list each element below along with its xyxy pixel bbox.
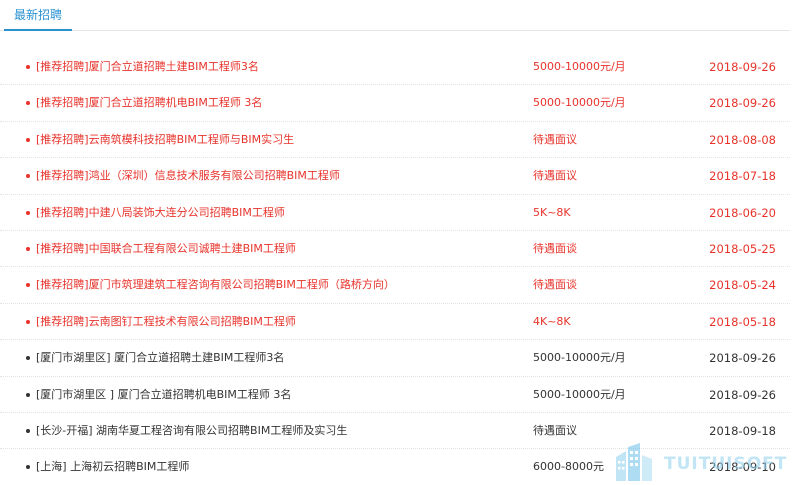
- job-title-link[interactable]: [推荐招聘]中国联合工程有限公司诚聘土建BIM工程师: [36, 231, 506, 267]
- bullet-icon: [26, 210, 30, 215]
- job-salary: 5K~8K: [533, 205, 571, 219]
- job-title-link[interactable]: [推荐招聘]厦门合立道招聘机电BIM工程师 3名: [36, 85, 506, 121]
- table-row: [推荐招聘]鸿业（深圳）信息技术服务有限公司招聘BIM工程师 待遇面议 2018-0…: [0, 158, 790, 195]
- job-salary: 6000-8000元: [533, 460, 604, 474]
- job-date: 2018-08-08: [709, 132, 776, 147]
- table-row: [推荐招聘]云南筑模科技招聘BIM工程师与BIM实习生 待遇面议 2018-08-0…: [0, 122, 790, 159]
- job-salary: 5000-10000元/月: [533, 60, 626, 73]
- job-title-link[interactable]: [推荐招聘]鸿业（深圳）信息技术服务有限公司招聘BIM工程师: [36, 158, 506, 194]
- table-row: [厦门市湖里区] 厦门合立道招聘土建BIM工程师3名 5000-10000元/月 2…: [0, 340, 790, 377]
- bullet-icon: [26, 392, 30, 397]
- bullet-icon: [26, 101, 30, 106]
- tab-bar: 最新招聘: [0, 0, 790, 31]
- table-row: [长沙-开福] 湖南华夏工程咨询有限公司招聘BIM工程师及实习生 待遇面议 2018…: [0, 413, 790, 450]
- job-salary: 5000-10000元/月: [533, 387, 626, 401]
- job-list: [推荐招聘]厦门合立道招聘土建BIM工程师3名 5000-10000元/月 2018…: [0, 49, 790, 485]
- bullet-icon: [26, 137, 30, 142]
- job-date: 2018-07-18: [709, 169, 776, 184]
- job-salary: 待遇面谈: [533, 241, 577, 255]
- bullet-icon: [26, 174, 30, 179]
- job-title-link[interactable]: [推荐招聘]厦门市筑理建筑工程咨询有限公司招聘BIM工程师（路桥方向）: [36, 267, 506, 303]
- table-row: [推荐招聘]厦门合立道招聘土建BIM工程师3名 5000-10000元/月 2018…: [0, 49, 790, 86]
- job-title-link[interactable]: [推荐招聘]中建八局装饰大连分公司招聘BIM工程师: [36, 195, 506, 231]
- active-tab-indicator: [4, 29, 72, 31]
- table-row: [推荐招聘]厦门合立道招聘机电BIM工程师 3名 5000-10000元/月 201…: [0, 85, 790, 122]
- job-title-link[interactable]: [推荐招聘]厦门合立道招聘土建BIM工程师3名: [36, 49, 506, 85]
- table-row: [推荐招聘]中建八局装饰大连分公司招聘BIM工程师 5K~8K 2018-06-20: [0, 195, 790, 231]
- job-title-link[interactable]: [推荐招聘]云南图钉工程技术有限公司招聘BIM工程师: [36, 304, 506, 340]
- bullet-icon: [26, 65, 30, 69]
- job-date: 2018-09-26: [709, 60, 776, 74]
- job-salary: 待遇面议: [533, 423, 577, 437]
- job-salary: 4K~8K: [533, 314, 571, 328]
- job-title-link[interactable]: [推荐招聘]云南筑模科技招聘BIM工程师与BIM实习生: [36, 122, 506, 158]
- table-row: [推荐招聘]中国联合工程有限公司诚聘土建BIM工程师 待遇面谈 2018-05-25: [0, 231, 790, 268]
- job-date: 2018-06-20: [709, 205, 776, 220]
- bullet-icon: [26, 356, 30, 361]
- job-salary: 待遇面谈: [533, 278, 577, 292]
- table-row: [推荐招聘]厦门市筑理建筑工程咨询有限公司招聘BIM工程师（路桥方向） 待遇面谈 2…: [0, 267, 790, 304]
- job-date: 2018-09-10: [709, 460, 776, 475]
- job-salary: 5000-10000元/月: [533, 96, 626, 110]
- bullet-icon: [26, 465, 30, 470]
- bullet-icon: [26, 319, 30, 324]
- tab-latest-jobs[interactable]: 最新招聘: [4, 0, 72, 31]
- job-title-link[interactable]: [上海] 上海初云招聘BIM工程师: [36, 449, 506, 485]
- table-row: [推荐招聘]云南图钉工程技术有限公司招聘BIM工程师 4K~8K 2018-05-1…: [0, 304, 790, 341]
- table-row: [厦门市湖里区 ] 厦门合立道招聘机电BIM工程师 3名 5000-10000元/…: [0, 377, 790, 413]
- tab-latest-jobs-label: 最新招聘: [13, 8, 62, 22]
- job-date: 2018-05-18: [709, 314, 776, 329]
- job-date: 2018-09-18: [709, 423, 776, 438]
- bullet-icon: [26, 246, 30, 251]
- job-title-link[interactable]: [长沙-开福] 湖南华夏工程咨询有限公司招聘BIM工程师及实习生: [36, 413, 506, 449]
- job-salary: 5000-10000元/月: [533, 351, 626, 365]
- bullet-icon: [26, 283, 30, 288]
- table-row: [上海] 上海初云招聘BIM工程师 6000-8000元 2018-09-10: [0, 449, 790, 485]
- job-salary: 待遇面议: [533, 169, 577, 183]
- job-salary: 待遇面议: [533, 132, 577, 146]
- job-date: 2018-09-26: [709, 96, 776, 111]
- job-date: 2018-05-25: [709, 241, 776, 256]
- job-date: 2018-05-24: [709, 278, 776, 293]
- job-title-link[interactable]: [厦门市湖里区 ] 厦门合立道招聘机电BIM工程师 3名: [36, 377, 506, 413]
- job-date: 2018-09-26: [709, 351, 776, 366]
- job-listing-panel: 最新招聘 [推荐招聘]厦门合立道招聘土建BIM工程师3名 5000-10000元/…: [0, 0, 800, 485]
- job-date: 2018-09-26: [709, 387, 776, 402]
- job-title-link[interactable]: [厦门市湖里区] 厦门合立道招聘土建BIM工程师3名: [36, 340, 506, 376]
- bullet-icon: [26, 428, 30, 433]
